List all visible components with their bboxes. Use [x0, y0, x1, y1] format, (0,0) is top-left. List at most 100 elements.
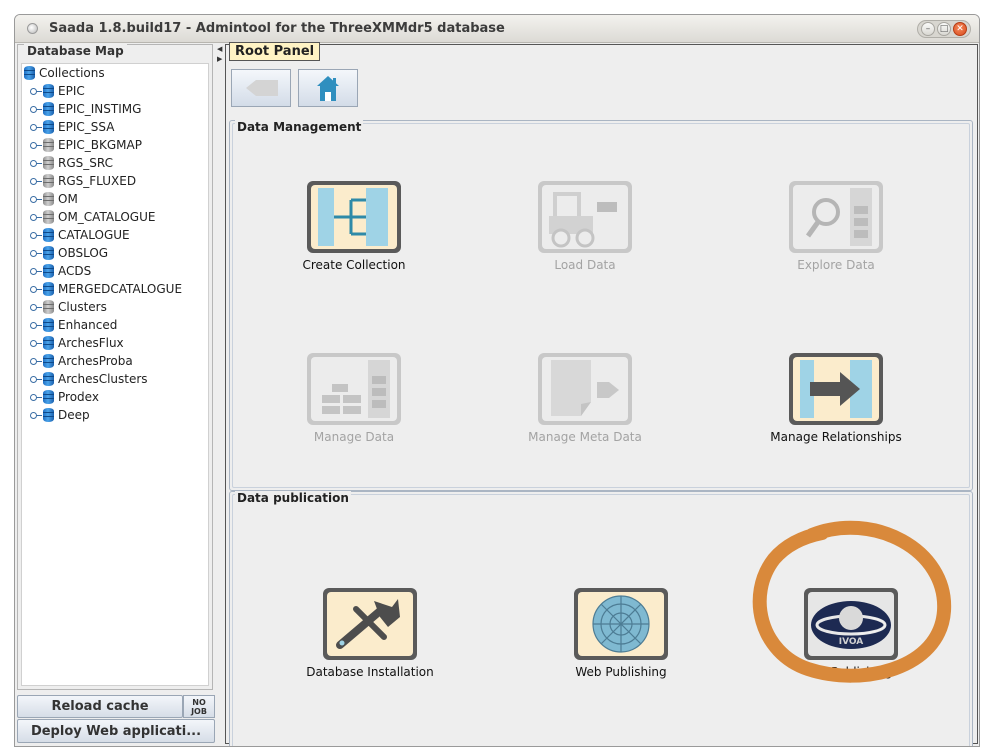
expand-handle-icon[interactable] — [30, 105, 42, 113]
tree-item-label: EPIC — [58, 84, 85, 98]
database-icon — [43, 192, 54, 206]
tree-item-catalogue[interactable]: CATALOGUE — [30, 226, 130, 244]
collapse-left-icon[interactable]: ◀ — [217, 46, 222, 53]
web-publishing-label: Web Publishing — [575, 665, 667, 679]
database-icon — [43, 318, 54, 332]
tree-item-archesclusters[interactable]: ArchesClusters — [30, 370, 148, 388]
tree-item-epic-instimg[interactable]: EPIC_INSTIMG — [30, 100, 141, 118]
tree-item-acds[interactable]: ACDS — [30, 262, 91, 280]
back-button[interactable] — [231, 69, 291, 107]
manage-relationships-tile[interactable]: Manage Relationships — [736, 352, 936, 444]
relationship-arrow-icon — [789, 353, 883, 425]
tree-item-label: RGS_SRC — [58, 156, 113, 170]
tree-item-rgs-src[interactable]: RGS_SRC — [30, 154, 113, 172]
expand-handle-icon[interactable] — [30, 213, 42, 221]
tree-item-epic[interactable]: EPIC — [30, 82, 85, 100]
tree-root-label: Collections — [39, 66, 105, 80]
tree-item-label: Enhanced — [58, 318, 118, 332]
expand-right-icon[interactable]: ▶ — [217, 56, 222, 63]
tree-root-collections[interactable]: Collections — [24, 64, 105, 82]
expand-handle-icon[interactable] — [30, 249, 42, 257]
tree-item-label: EPIC_SSA — [58, 120, 115, 134]
database-icon — [43, 282, 54, 296]
expand-handle-icon[interactable] — [30, 375, 42, 383]
collections-tree[interactable]: Collections EPIC EPIC_INSTIMG EPIC_SSA EPIC… — [21, 63, 209, 686]
expand-handle-icon[interactable] — [30, 285, 42, 293]
database-icon — [43, 210, 54, 224]
tree-item-obslog[interactable]: OBSLOG — [30, 244, 108, 262]
expand-handle-icon[interactable] — [30, 195, 42, 203]
tree-item-rgs-fluxed[interactable]: RGS_FLUXED — [30, 172, 136, 190]
data-management-title: Data Management — [235, 120, 364, 134]
tree-item-deep[interactable]: Deep — [30, 406, 90, 424]
manage-data-label: Manage Data — [313, 430, 395, 444]
database-icon — [43, 336, 54, 350]
back-arrow-icon — [246, 80, 278, 96]
web-globe-icon — [574, 588, 668, 660]
database-icon — [43, 246, 54, 260]
document-arrow-icon — [538, 353, 632, 425]
tree-item-epic-ssa[interactable]: EPIC_SSA — [30, 118, 114, 136]
tree-item-label: ArchesFlux — [58, 336, 124, 350]
close-button[interactable]: ✕ — [953, 22, 967, 36]
expand-handle-icon[interactable] — [30, 123, 42, 131]
split-pane-divider[interactable]: ◀ ▶ — [215, 44, 225, 744]
tree-item-label: Clusters — [58, 300, 107, 314]
tree-item-om-catalogue[interactable]: OM_CATALOGUE — [30, 208, 155, 226]
create-collection-tile[interactable]: Create Collection — [254, 180, 454, 272]
expand-handle-icon[interactable] — [30, 159, 42, 167]
deploy-web-app-button[interactable]: Deploy Web applicati... — [17, 719, 215, 743]
job-status-badge[interactable]: NO JOB — [183, 695, 215, 718]
expand-handle-icon[interactable] — [30, 87, 42, 95]
manage-data-tile: Manage Data — [254, 352, 454, 444]
database-icon — [43, 174, 54, 188]
data-management-group: Data Management Create Collection Load D… — [229, 120, 973, 491]
tree-item-prodex[interactable]: Prodex — [30, 388, 99, 406]
web-publishing-tile[interactable]: Web Publishing — [521, 587, 721, 679]
tree-item-archesflux[interactable]: ArchesFlux — [30, 334, 124, 352]
window-title: Saada 1.8.build17 - Admintool for the Th… — [49, 21, 505, 36]
tree-item-label: OM — [58, 192, 78, 206]
home-button[interactable] — [298, 69, 358, 107]
expand-handle-icon[interactable] — [30, 267, 42, 275]
database-installation-label: Database Installation — [306, 665, 434, 679]
expand-handle-icon[interactable] — [30, 303, 42, 311]
tree-item-label: OM_CATALOGUE — [58, 210, 156, 224]
explore-data-tile: Explore Data — [736, 180, 936, 272]
job-badge-line1: NO — [192, 698, 206, 707]
tree-item-label: ACDS — [58, 264, 92, 278]
expand-handle-icon[interactable] — [30, 231, 42, 239]
home-icon — [317, 76, 339, 101]
database-icon — [43, 84, 54, 98]
database-icon — [43, 228, 54, 242]
expand-handle-icon[interactable] — [30, 177, 42, 185]
tree-item-epic-bkgmap[interactable]: EPIC_BKGMAP — [30, 136, 142, 154]
window-menu-icon[interactable] — [27, 23, 38, 34]
tree-item-label: Prodex — [58, 390, 99, 404]
tree-item-label: EPIC_INSTIMG — [58, 102, 142, 116]
reload-cache-button[interactable]: Reload cache — [17, 695, 183, 718]
expand-handle-icon[interactable] — [30, 411, 42, 419]
explore-data-label: Explore Data — [797, 258, 875, 272]
window-controls: – □ ✕ — [917, 20, 971, 38]
expand-handle-icon[interactable] — [30, 357, 42, 365]
tree-item-archesproba[interactable]: ArchesProba — [30, 352, 133, 370]
expand-handle-icon[interactable] — [30, 141, 42, 149]
minimize-button[interactable]: – — [921, 22, 935, 36]
tree-item-om[interactable]: OM — [30, 190, 78, 208]
database-installation-tile[interactable]: Database Installation — [270, 587, 470, 679]
maximize-button[interactable]: □ — [937, 22, 951, 36]
load-data-tile: Load Data — [485, 180, 685, 272]
expand-handle-icon[interactable] — [30, 339, 42, 347]
database-icon — [43, 102, 54, 116]
database-icon — [43, 120, 54, 134]
expand-handle-icon[interactable] — [30, 393, 42, 401]
tree-item-clusters[interactable]: Clusters — [30, 298, 107, 316]
manage-meta-data-label: Manage Meta Data — [528, 430, 642, 444]
database-icon — [43, 408, 54, 422]
tree-item-enhanced[interactable]: Enhanced — [30, 316, 117, 334]
tree-item-label: EPIC_BKGMAP — [58, 138, 142, 152]
tree-item-mergedcatalogue[interactable]: MERGEDCATALOGUE — [30, 280, 182, 298]
manage-meta-data-tile: Manage Meta Data — [485, 352, 685, 444]
expand-handle-icon[interactable] — [30, 321, 42, 329]
